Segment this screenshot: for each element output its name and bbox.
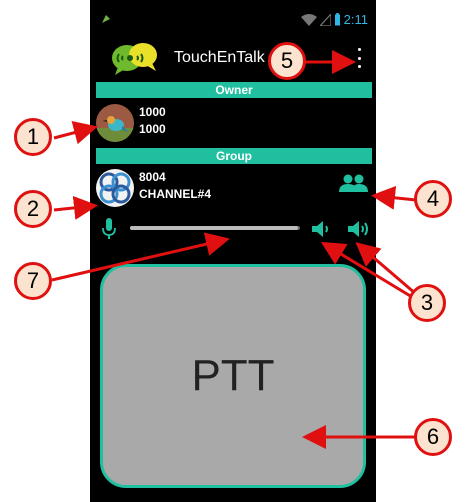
callout-4: 4 [414, 180, 452, 218]
arrow-2 [53, 195, 98, 220]
arrow-1 [53, 120, 98, 145]
arrow-4 [371, 185, 417, 210]
callout-3: 3 [408, 284, 446, 322]
callout-7: 7 [14, 262, 52, 300]
callout-2: 2 [14, 190, 52, 228]
callout-6: 6 [414, 418, 452, 456]
arrow-7 [51, 232, 230, 282]
callout-1: 1 [14, 118, 52, 156]
callout-5: 5 [268, 42, 306, 80]
annotation-arrows [51, 50, 417, 449]
